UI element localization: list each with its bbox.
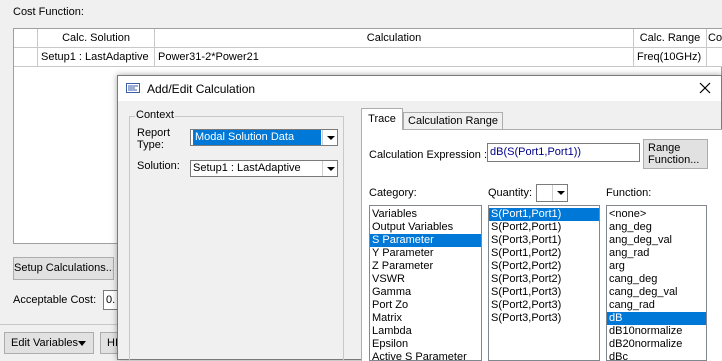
category-list-item[interactable]: Y Parameter — [370, 247, 481, 260]
dialog-title: Add/Edit Calculation — [147, 82, 256, 96]
function-list-item[interactable]: dB10normalize — [607, 325, 706, 338]
category-list[interactable]: Variables Output Variables S Parameter Y Pa… — [369, 205, 482, 361]
solution-value: Setup1 : LastAdaptive — [193, 162, 301, 174]
add-edit-calculation-dialog: Add/Edit Calculation Context Report Type… — [117, 75, 722, 361]
quantity-list-item[interactable]: S(Port3,Port3) — [489, 312, 599, 325]
function-label: Function: — [606, 187, 652, 199]
dialog-title-bar[interactable]: Add/Edit Calculation — [118, 76, 721, 101]
category-list-item[interactable]: VSWR — [370, 273, 481, 286]
table-row-selector[interactable] — [14, 48, 38, 67]
quantity-list-item[interactable]: S(Port3,Port2) — [489, 273, 599, 286]
edit-variables-button[interactable]: Edit Variables — [4, 332, 94, 354]
quantity-filter-select[interactable] — [536, 184, 568, 202]
setup-calculations-button[interactable]: Setup Calculations... — [13, 257, 114, 280]
close-icon[interactable] — [699, 82, 711, 94]
quantity-list-item[interactable]: S(Port1,Port3) — [489, 286, 599, 299]
category-list-item[interactable]: S Parameter — [370, 234, 481, 247]
context-group — [129, 116, 344, 361]
function-list-item[interactable]: ang_deg_val — [607, 234, 706, 247]
table-header-calc-solution[interactable]: Calc. Solution — [38, 29, 155, 48]
quantity-label: Quantity: — [488, 187, 533, 199]
table-cell-calculation[interactable]: Power31-2*Power21 — [155, 48, 634, 67]
category-list-item[interactable]: Gamma — [370, 286, 481, 299]
quantity-list-item[interactable]: S(Port1,Port1) — [489, 208, 599, 221]
function-list[interactable]: <none> ang_deg ang_deg_val ang_rad arg cang_d… — [606, 205, 707, 361]
function-list-item[interactable]: cang_rad — [607, 299, 706, 312]
report-type-value: Modal Solution Data — [193, 130, 321, 145]
function-list-item[interactable]: dB — [607, 312, 706, 325]
tab-trace[interactable]: Trace — [361, 108, 403, 130]
report-type-select[interactable]: Modal Solution Data — [190, 129, 338, 146]
table-header-calculation[interactable]: Calculation — [155, 29, 634, 48]
divider — [0, 324, 117, 325]
solution-select[interactable]: Setup1 : LastAdaptive — [190, 160, 338, 177]
cost-function-label: Cost Function: — [13, 6, 84, 18]
category-list-item[interactable]: Epsilon — [370, 338, 481, 351]
report-type-label: Report Type: — [137, 127, 171, 151]
function-list-item[interactable]: cang_deg — [607, 273, 706, 286]
quantity-list-item[interactable]: S(Port2,Port3) — [489, 299, 599, 312]
quantity-list-item[interactable]: S(Port2,Port2) — [489, 260, 599, 273]
category-list-item[interactable]: Output Variables — [370, 221, 481, 234]
table-header-calc-range[interactable]: Calc. Range — [634, 29, 707, 48]
category-list-item[interactable]: Matrix — [370, 312, 481, 325]
table-cell-range[interactable]: Freq(10GHz) — [634, 48, 707, 67]
category-list-item[interactable]: Z Parameter — [370, 260, 481, 273]
function-list-item[interactable]: dB20normalize — [607, 338, 706, 351]
category-list-item[interactable]: Variables — [370, 208, 481, 221]
table-cell-cost[interactable] — [707, 48, 722, 67]
solution-label: Solution: — [137, 160, 180, 172]
chevron-down-icon[interactable] — [552, 185, 567, 201]
quantity-list-item[interactable]: S(Port3,Port1) — [489, 234, 599, 247]
function-list-item[interactable]: ang_deg — [607, 221, 706, 234]
tab-calculation-range[interactable]: Calculation Range — [403, 112, 503, 130]
quantity-list-item[interactable]: S(Port1,Port2) — [489, 247, 599, 260]
table-header-cost[interactable]: Co — [707, 29, 722, 48]
calc-expression-input[interactable]: dB(S(Port1,Port1)) — [487, 143, 640, 162]
dialog-app-icon — [126, 83, 140, 93]
table-cell-solution[interactable]: Setup1 : LastAdaptive — [38, 48, 155, 67]
chevron-down-icon[interactable] — [322, 130, 337, 145]
category-label: Category: — [369, 187, 417, 199]
table-header-blank — [14, 29, 38, 48]
chevron-down-icon[interactable] — [322, 161, 337, 176]
range-function-button[interactable]: Range Function... — [643, 139, 708, 169]
category-list-item[interactable]: Lambda — [370, 325, 481, 338]
edit-variables-label: Edit Variables — [11, 337, 79, 349]
context-group-label: Context — [135, 109, 175, 121]
category-list-item[interactable]: Port Zo — [370, 299, 481, 312]
quantity-list-item[interactable]: S(Port2,Port1) — [489, 221, 599, 234]
function-list-item[interactable]: ang_rad — [607, 247, 706, 260]
acceptable-cost-label: Acceptable Cost: — [13, 294, 97, 306]
function-list-item[interactable]: <none> — [607, 208, 706, 221]
calc-expression-label: Calculation Expression : — [369, 149, 488, 161]
function-list-item[interactable]: cang_deg_val — [607, 286, 706, 299]
dropdown-arrow-icon — [78, 341, 86, 346]
function-list-item[interactable]: arg — [607, 260, 706, 273]
quantity-list[interactable]: S(Port1,Port1) S(Port2,Port1) S(Port3,Port… — [488, 205, 600, 361]
